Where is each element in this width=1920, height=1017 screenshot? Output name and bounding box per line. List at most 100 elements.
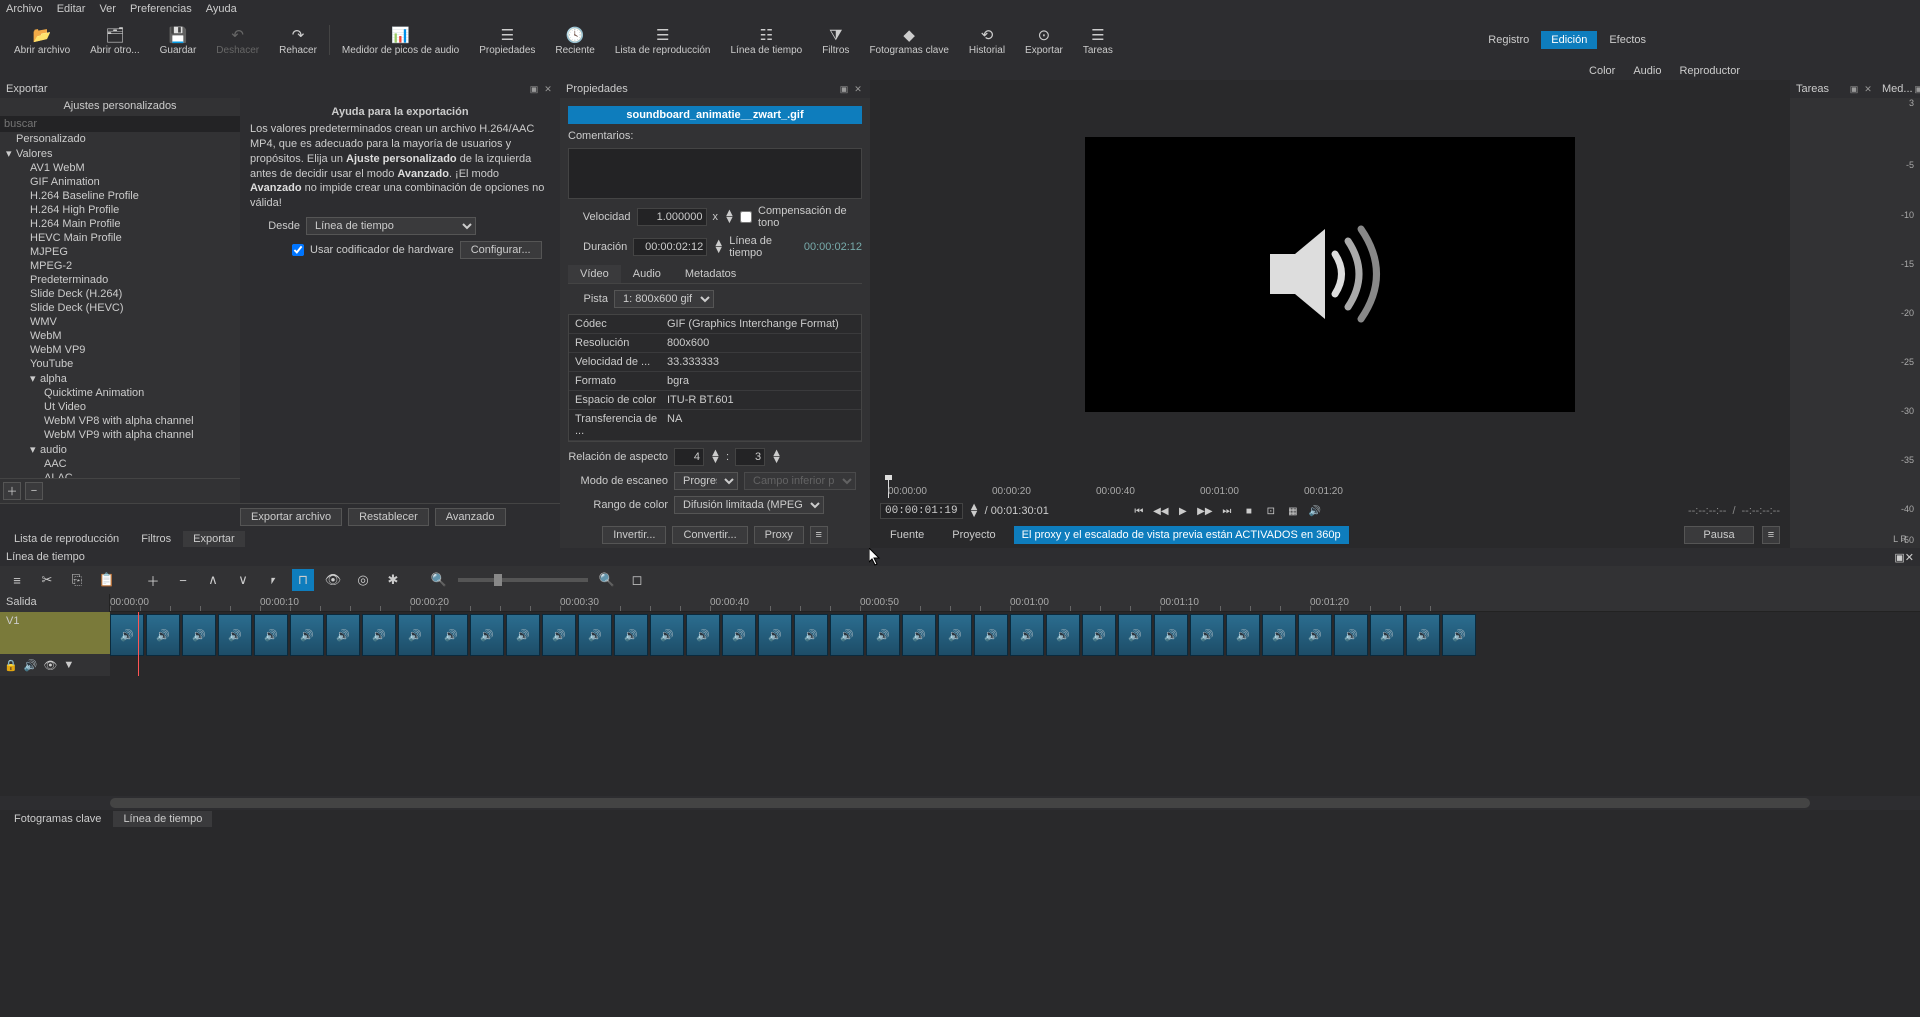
export-button[interactable]: ⊙Exportar — [1015, 18, 1073, 62]
stop-button[interactable]: ■ — [1241, 503, 1257, 519]
prop-tab-video[interactable]: Vídeo — [568, 265, 621, 283]
advanced-button[interactable]: Avanzado — [435, 508, 506, 526]
tab-filters[interactable]: Filtros — [131, 531, 181, 547]
convert-button[interactable]: Convertir... — [672, 526, 747, 544]
range-select[interactable]: Difusión limitada (MPEG) — [674, 496, 824, 514]
preset-item[interactable]: Slide Deck (H.264) — [0, 287, 240, 301]
timeline-clip[interactable]: 🔊 — [650, 614, 684, 656]
properties-button[interactable]: ☰Propiedades — [469, 18, 545, 62]
tab-edicion[interactable]: Edición — [1541, 31, 1597, 49]
scan-select[interactable]: Progresiv — [674, 472, 738, 490]
timeline-clip[interactable]: 🔊 — [434, 614, 468, 656]
timeline-clip[interactable]: 🔊 — [758, 614, 792, 656]
add-preset-button[interactable]: ＋ — [3, 482, 21, 500]
timeline-clip[interactable]: 🔊 — [722, 614, 756, 656]
recent-button[interactable]: 🕓Reciente — [545, 18, 604, 62]
timeline-clip[interactable]: 🔊 — [938, 614, 972, 656]
timeline-clip[interactable]: 🔊 — [1370, 614, 1404, 656]
cut-button[interactable]: ✂ — [36, 569, 58, 591]
timeline-h-scrollbar[interactable] — [0, 796, 1920, 810]
duration-input[interactable] — [633, 238, 707, 256]
preset-item[interactable]: MPEG-2 — [0, 259, 240, 273]
preset-item[interactable]: WebM VP9 — [0, 343, 240, 357]
duration-spinner[interactable]: ▲▼ — [713, 240, 723, 254]
invert-button[interactable]: Invertir... — [602, 526, 666, 544]
forward-button[interactable]: ▶▶ — [1197, 503, 1213, 519]
prop-tab-audio[interactable]: Audio — [621, 265, 673, 283]
play-button[interactable]: ▶ — [1175, 503, 1191, 519]
undock-icon[interactable]: ▣ — [528, 83, 540, 95]
speed-input[interactable] — [637, 208, 707, 226]
configure-button[interactable]: Configurar... — [460, 241, 542, 259]
volume-button[interactable]: 🔊 — [1307, 503, 1323, 519]
close-icon[interactable]: ✕ — [1905, 552, 1914, 564]
timeline-clip[interactable]: 🔊 — [398, 614, 432, 656]
tasks-button[interactable]: ☰Tareas — [1073, 18, 1123, 62]
snap-button[interactable]: ⊓ — [292, 569, 314, 591]
history-button[interactable]: ⟲Historial — [959, 18, 1015, 62]
preset-item[interactable]: ALAC — [0, 471, 240, 478]
close-icon[interactable]: ✕ — [542, 83, 554, 95]
source-tab[interactable]: Fuente — [880, 527, 934, 543]
preset-item[interactable]: Predeterminado — [0, 273, 240, 287]
undock-icon[interactable]: ▣ — [838, 83, 850, 95]
comments-textarea[interactable] — [568, 148, 862, 199]
preset-item[interactable]: Ut Video — [0, 400, 240, 414]
viewer-menu-button[interactable]: ≡ — [1762, 526, 1780, 544]
menu-archivo[interactable]: Archivo — [6, 3, 43, 15]
tab-keyframes-bottom[interactable]: Fotogramas clave — [4, 811, 111, 827]
preset-item[interactable]: WebM — [0, 329, 240, 343]
timeline-clip[interactable]: 🔊 — [686, 614, 720, 656]
timeline-clip[interactable]: 🔊 — [1298, 614, 1332, 656]
lock-icon[interactable]: 🔒 — [4, 659, 18, 672]
tab-timeline-bottom[interactable]: Línea de tiempo — [113, 811, 212, 827]
filter-icon[interactable]: ▼ — [63, 659, 74, 671]
timeline-clip[interactable]: 🔊 — [1154, 614, 1188, 656]
open-file-button[interactable]: 📂Abrir archivo — [4, 18, 80, 62]
append-button[interactable]: ＋ — [142, 569, 164, 591]
hide-icon[interactable]: 👁 — [43, 659, 57, 672]
tl-menu-button[interactable]: ≡ — [6, 569, 28, 591]
timeline-clip[interactable]: 🔊 — [1190, 614, 1224, 656]
close-icon[interactable]: ✕ — [852, 83, 864, 95]
save-button[interactable]: 💾Guardar — [150, 18, 207, 62]
timeline-ruler[interactable]: 00:00:0000:00:1000:00:2000:00:3000:00:40… — [110, 594, 1920, 612]
track-area[interactable]: 🔊🔊🔊🔊🔊🔊🔊🔊🔊🔊🔊🔊🔊🔊🔊🔊🔊🔊🔊🔊🔊🔊🔊🔊🔊🔊🔊🔊🔊🔊🔊🔊🔊🔊🔊🔊🔊🔊 — [110, 612, 1920, 676]
preset-item[interactable]: Slide Deck (HEVC) — [0, 301, 240, 315]
lift-button[interactable]: ∧ — [202, 569, 224, 591]
timeline-clip[interactable]: 🔊 — [182, 614, 216, 656]
menu-ayuda[interactable]: Ayuda — [206, 3, 237, 15]
ripple-button[interactable]: ◎ — [352, 569, 374, 591]
timeline-clip[interactable]: 🔊 — [1442, 614, 1476, 656]
timeline-clip[interactable]: 🔊 — [1226, 614, 1260, 656]
scrub-button[interactable]: 👁 — [322, 569, 344, 591]
preset-tree[interactable]: Personalizado▾ValoresAV1 WebMGIF Animati… — [0, 132, 240, 478]
preset-item[interactable]: ▾Valores — [0, 146, 240, 161]
menu-ver[interactable]: Ver — [99, 3, 116, 15]
preset-item[interactable]: WebM VP8 with alpha channel — [0, 414, 240, 428]
menu-preferencias[interactable]: Preferencias — [130, 3, 192, 15]
undock-icon[interactable]: ▣ — [1848, 83, 1860, 95]
zoom-in-button[interactable]: 🔍 — [596, 569, 618, 591]
preset-item[interactable]: H.264 Main Profile — [0, 217, 240, 231]
preset-item[interactable]: ▾audio — [0, 442, 240, 457]
preset-search-input[interactable] — [0, 116, 240, 132]
timeline-clip[interactable]: 🔊 — [614, 614, 648, 656]
ripple-all-button[interactable]: ✱ — [382, 569, 404, 591]
aspect-w-input[interactable] — [674, 448, 704, 466]
timeline-clip[interactable]: 🔊 — [470, 614, 504, 656]
video-preview[interactable] — [1085, 137, 1575, 412]
timeline-clip[interactable]: 🔊 — [1334, 614, 1368, 656]
preset-item[interactable]: Quicktime Animation — [0, 386, 240, 400]
remove-button[interactable]: − — [172, 569, 194, 591]
tab-export[interactable]: Exportar — [183, 531, 245, 547]
skip-prev-button[interactable]: ⏮ — [1131, 503, 1147, 519]
timeline-clip[interactable]: 🔊 — [974, 614, 1008, 656]
timeline-clip[interactable]: 🔊 — [830, 614, 864, 656]
track-select[interactable]: 1: 800x600 gif — [614, 290, 714, 308]
preset-item[interactable]: AAC — [0, 457, 240, 471]
mute-icon[interactable]: 🔊 — [24, 659, 38, 672]
timeline-clip[interactable]: 🔊 — [1010, 614, 1044, 656]
timeline-clip[interactable]: 🔊 — [866, 614, 900, 656]
tab-registro[interactable]: Registro — [1478, 31, 1539, 49]
